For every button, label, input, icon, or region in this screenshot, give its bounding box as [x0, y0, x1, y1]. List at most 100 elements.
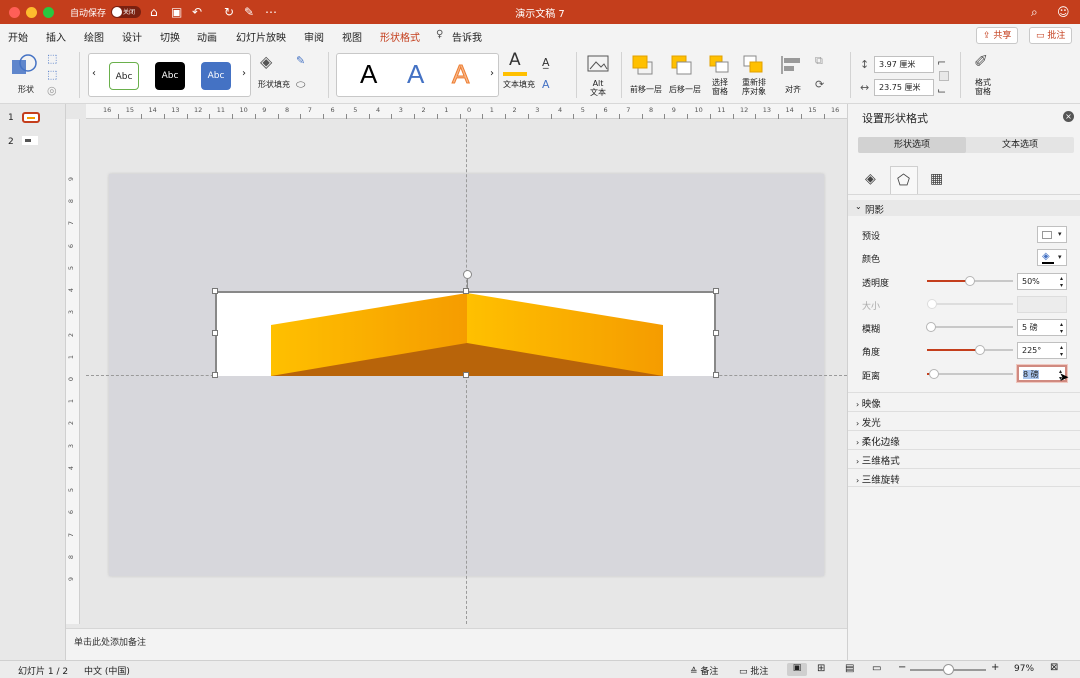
transparency-slider[interactable] [927, 276, 1013, 286]
bring-forward-button[interactable]: 前移一层 [627, 52, 665, 98]
account-icon[interactable]: ☺ [1057, 4, 1070, 20]
slideshow-icon[interactable]: ▭ [872, 663, 881, 674]
notes-button[interactable]: ≙ 备注 [690, 664, 718, 677]
reflection-section[interactable]: › 映像 [848, 392, 1080, 411]
style-outline-green[interactable]: Abc [109, 62, 139, 90]
rotate-icon[interactable]: ⟳ [815, 78, 824, 91]
reorder-button[interactable]: 重新排 序对象 [736, 52, 772, 98]
ruler-tick-label: 9 [67, 576, 76, 582]
resize-handle-ne[interactable] [713, 288, 719, 294]
reading-view-icon[interactable]: ▤ [845, 663, 854, 674]
status-comments-button[interactable]: ▭ 批注 [739, 664, 768, 677]
alt-text-button[interactable]: Alt 文本 [583, 52, 613, 98]
crop-icon[interactable]: ⌐ [937, 56, 946, 69]
size-properties-icon[interactable]: ▦ [930, 171, 943, 187]
share-button[interactable]: ⇪ 共享 [976, 27, 1019, 44]
crop-bottom-icon[interactable]: ⌙ [937, 84, 946, 97]
shape-fill-button[interactable]: ◈ 形状填充 [256, 52, 292, 98]
slide-sorter-icon[interactable]: ⊞ [817, 663, 825, 674]
merge-shapes-icon[interactable]: ◎ [47, 84, 57, 97]
resize-handle-nw[interactable] [212, 288, 218, 294]
fit-slide-icon[interactable]: ⊠ [1050, 662, 1058, 673]
tab-draw[interactable]: 绘图 [84, 29, 104, 44]
ruler-tick-label: 2 [421, 106, 426, 114]
edit-shape-icon[interactable]: ⬚ [47, 52, 57, 65]
wordart-black[interactable]: A [360, 59, 377, 90]
style-fill-blue[interactable]: Abc [201, 62, 231, 90]
tab-home[interactable]: 开始 [8, 29, 28, 44]
language-indicator[interactable]: 中文 (中国) [84, 664, 130, 677]
color-dropdown[interactable]: ◈ ▾ [1037, 249, 1067, 266]
text-effects-icon[interactable]: A [542, 78, 550, 91]
tab-slideshow[interactable]: 幻灯片放映 [236, 29, 286, 44]
resize-handle-e[interactable] [713, 330, 719, 336]
width-input[interactable]: 23.75 厘米 [874, 79, 934, 96]
zoom-out-icon[interactable]: − [898, 662, 906, 673]
comments-button[interactable]: ▭ 批注 [1029, 27, 1073, 44]
shape-button[interactable]: 形状 [8, 52, 44, 98]
tab-review[interactable]: 审阅 [304, 29, 324, 44]
soft-edges-section[interactable]: › 柔化边缘 [848, 430, 1080, 449]
transparency-input[interactable]: 50% ▴ ▾ [1017, 273, 1067, 290]
text-outline-icon[interactable]: A̲ [542, 56, 550, 69]
dropdown-arrow-icon: ▾ [1058, 253, 1062, 261]
distance-value: 8 磅 [1023, 370, 1039, 379]
tab-tell-me[interactable]: 告诉我 [452, 29, 482, 44]
notes-pane[interactable]: 单击此处添加备注 [66, 628, 847, 660]
selection-pane-button[interactable]: 选择 窗格 [704, 52, 736, 98]
gallery-prev-icon[interactable]: ‹ [92, 68, 96, 79]
gallery-next-icon[interactable]: › [242, 68, 246, 79]
angle-slider[interactable] [927, 345, 1013, 355]
group-icon[interactable]: ⧉ [815, 54, 823, 68]
height-input[interactable]: 3.97 厘米 [874, 56, 934, 73]
slide-thumbnail-1[interactable] [22, 112, 40, 123]
selected-shape[interactable] [215, 291, 716, 376]
tab-view[interactable]: 视图 [342, 29, 362, 44]
format-pane-button[interactable]: ✐ 格式 窗格 [966, 52, 1000, 98]
lock-aspect-icon[interactable] [939, 71, 949, 81]
tab-design[interactable]: 设计 [122, 29, 142, 44]
tab-shape-options[interactable]: 形状选项 [858, 137, 966, 153]
tab-text-options[interactable]: 文本选项 [966, 137, 1074, 153]
zoom-level[interactable]: 97% [1014, 664, 1034, 674]
stepper-icon: ▴ ▾ [1059, 344, 1063, 358]
zoom-slider[interactable] [910, 664, 986, 675]
slide-thumbnail-2[interactable] [22, 136, 38, 145]
search-icon[interactable]: ⌕ [1031, 4, 1038, 20]
resize-handle-n[interactable] [463, 288, 469, 294]
fill-line-icon[interactable]: ◈ [865, 171, 876, 187]
shape-effects-icon[interactable]: ⬭ [296, 78, 305, 92]
wordart-blue[interactable]: A [407, 59, 424, 90]
close-pane-icon[interactable]: × [1063, 111, 1074, 122]
zoom-in-icon[interactable]: + [991, 662, 999, 673]
text-fill-button[interactable]: A 文本填充 [501, 50, 537, 98]
effects-tab[interactable]: ⬠ [890, 166, 918, 194]
tab-animations[interactable]: 动画 [197, 29, 217, 44]
blur-input[interactable]: 5 磅 ▴ ▾ [1017, 319, 1067, 336]
normal-view-icon[interactable]: ▣ [787, 663, 807, 676]
shape-outline-icon[interactable]: ✎ [296, 54, 305, 67]
glow-section[interactable]: › 发光 [848, 411, 1080, 430]
blur-slider[interactable] [926, 322, 1013, 332]
tab-insert[interactable]: 插入 [46, 29, 66, 44]
wordart-next-icon[interactable]: › [490, 68, 494, 79]
tab-transitions[interactable]: 切换 [160, 29, 180, 44]
shadow-section-header[interactable]: ⌄ 阴影 [848, 200, 1080, 216]
send-backward-button[interactable]: 后移一层 [666, 52, 704, 98]
angle-input[interactable]: 225° ▴ ▾ [1017, 342, 1067, 359]
resize-handle-sw[interactable] [212, 372, 218, 378]
distance-slider[interactable] [927, 369, 1013, 379]
resize-handle-s[interactable] [463, 372, 469, 378]
textbox-icon[interactable]: ⬚ [47, 68, 57, 81]
align-button[interactable]: 对齐 [776, 52, 810, 98]
rotate-handle[interactable] [463, 270, 472, 279]
3d-format-section[interactable]: › 三维格式 [848, 449, 1080, 468]
preset-dropdown[interactable]: ▾ [1037, 226, 1067, 243]
style-fill-black[interactable]: Abc [155, 62, 185, 90]
3d-rotation-section[interactable]: › 三维旋转 [848, 468, 1080, 487]
pane-tabs: 形状选项 文本选项 [858, 137, 1074, 153]
resize-handle-w[interactable] [212, 330, 218, 336]
resize-handle-se[interactable] [713, 372, 719, 378]
wordart-orange[interactable]: A [451, 59, 469, 90]
comment-icon: ▭ [739, 667, 751, 677]
